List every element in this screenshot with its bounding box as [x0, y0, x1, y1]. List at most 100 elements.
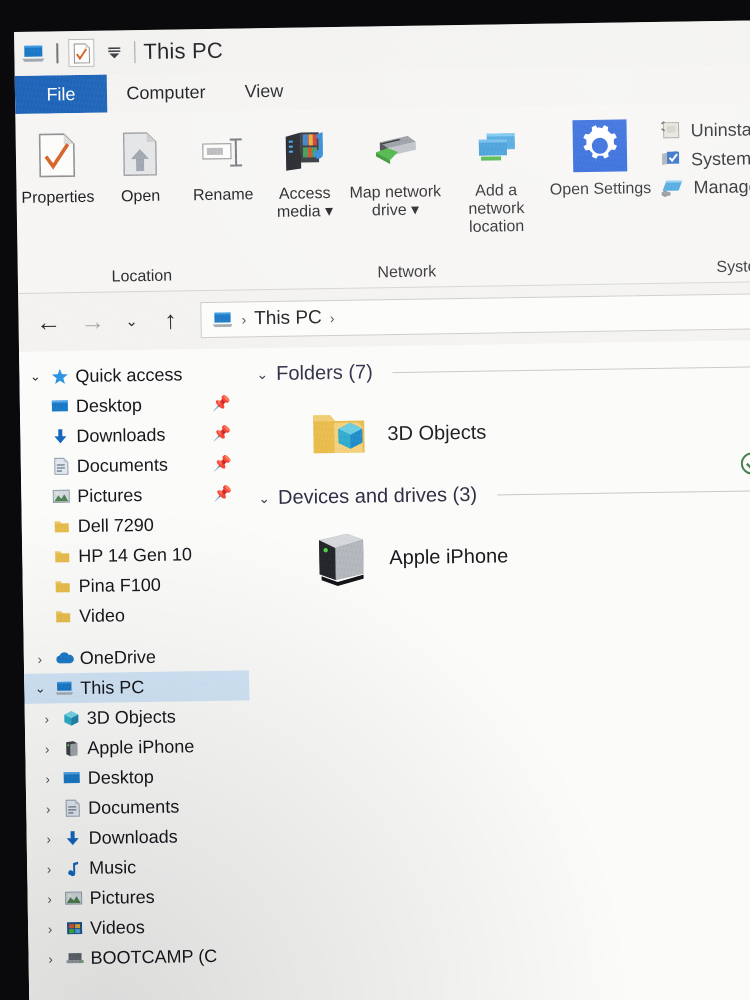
ribbon-small-buttons: Uninstall or System prop — [653, 112, 750, 199]
this-pc-icon[interactable] — [20, 40, 46, 66]
sidebar-item-label: Downloads — [76, 424, 166, 446]
ribbon-button-label-text: Map network drive — [349, 183, 442, 220]
onedrive-synced-icon — [739, 450, 750, 476]
downloads-icon — [50, 428, 70, 445]
ribbon-button-open[interactable]: Open — [98, 121, 182, 207]
forward-button[interactable]: → — [78, 307, 106, 336]
sidebar-item-music[interactable]: › Music — [27, 850, 252, 884]
sidebar-item-hp-14-gen-10[interactable]: HP 14 Gen 10 — [22, 538, 247, 572]
sidebar-item-pictures-pc[interactable]: › Pictures — [27, 880, 252, 914]
sidebar-item-this-pc[interactable]: ⌄ This PC — [24, 670, 250, 704]
chevron-right-icon[interactable]: › — [42, 921, 58, 936]
pin-icon[interactable]: 📌 — [213, 425, 232, 443]
ribbon-group-title: System — [716, 258, 750, 276]
breadcrumb-item-this-pc[interactable]: This PC — [254, 307, 322, 330]
group-rule — [392, 365, 750, 373]
chevron-down-icon[interactable]: ▾ — [411, 202, 419, 219]
chevron-down-icon[interactable]: ⌄ — [27, 369, 43, 385]
breadcrumb-trailing-arrow-icon[interactable]: › — [330, 310, 335, 326]
tab-file[interactable]: File — [14, 74, 108, 114]
uninstall-program-icon — [659, 120, 681, 142]
sidebar-item-documents-pc[interactable]: › Documents — [26, 790, 251, 824]
chevron-right-icon[interactable]: › — [42, 951, 58, 966]
customize-quick-access-caret-icon[interactable] — [102, 45, 126, 59]
chevron-down-icon[interactable]: ⌄ — [32, 681, 48, 697]
chevron-right-icon[interactable]: › — [41, 861, 57, 876]
add-network-location-icon — [470, 120, 521, 177]
sidebar-item-label: Video — [79, 604, 126, 626]
ribbon-button-rename[interactable]: Rename — [181, 120, 265, 206]
ribbon-group-title: Location — [111, 267, 173, 286]
up-button[interactable]: ↑ — [156, 306, 184, 335]
sidebar-item-quick-access[interactable]: ⌄ Quick access — [19, 358, 244, 392]
folder-icon — [53, 579, 73, 594]
sidebar-item-label: BOOTCAMP (C — [90, 945, 218, 968]
chevron-down-icon[interactable]: ▾ — [325, 203, 333, 220]
sidebar-item-downloads[interactable]: Downloads 📌 — [20, 418, 245, 452]
sidebar-item-label: Dell 7290 — [77, 514, 154, 536]
ribbon-button-manage[interactable]: Manage — [660, 176, 750, 199]
sidebar-item-pina-f100[interactable]: Pina F100 — [22, 568, 247, 602]
pin-icon[interactable]: 📌 — [213, 455, 232, 473]
sidebar-item-3d-objects[interactable]: › 3D Objects — [25, 700, 250, 734]
chevron-right-icon[interactable]: › — [32, 651, 48, 666]
manage-icon — [660, 178, 684, 198]
content-group-label: Devices and drives (3) — [277, 483, 478, 509]
breadcrumb-separator-icon[interactable]: › — [241, 311, 246, 327]
apple-iphone-device-icon — [311, 528, 372, 589]
ribbon-button-open-settings[interactable]: Open Settings — [545, 114, 654, 200]
ribbon-button-system-properties[interactable]: System prop — [660, 147, 750, 171]
this-pc-icon[interactable] — [211, 311, 233, 329]
sidebar-item-video[interactable]: Video — [23, 598, 248, 632]
breadcrumb[interactable]: › This PC › — [200, 293, 750, 339]
titlebar-divider — [134, 41, 136, 64]
tab-view[interactable]: View — [225, 71, 304, 110]
ribbon-button-uninstall-program[interactable]: Uninstall or — [659, 118, 750, 142]
chevron-right-icon[interactable]: › — [40, 801, 56, 816]
pin-icon[interactable]: 📌 — [213, 485, 232, 503]
pictures-icon — [63, 891, 83, 906]
ribbon-button-label: Properties — [21, 188, 95, 207]
file-tile-3d-objects[interactable]: 3D Objects — [245, 382, 750, 482]
ribbon-button-add-network-location[interactable]: Add a network location — [445, 116, 548, 238]
chevron-down-icon[interactable]: ⌄ — [258, 490, 270, 507]
system-properties-icon — [660, 149, 682, 171]
sidebar-item-onedrive[interactable]: › OneDrive — [24, 640, 249, 674]
sidebar-item-label: HP 14 Gen 10 — [78, 543, 193, 566]
sidebar-item-desktop[interactable]: Desktop 📌 — [20, 388, 245, 422]
ribbon-button-access-media[interactable]: Access media ▾ — [263, 119, 345, 223]
folder-icon — [52, 549, 72, 564]
sidebar-item-desktop-pc[interactable]: › Desktop — [25, 760, 250, 794]
pin-icon[interactable]: 📌 — [212, 395, 231, 413]
group-rule — [497, 489, 750, 495]
ribbon-group-system: Open Settings Uninstall or — [545, 112, 750, 284]
sidebar-item-documents[interactable]: Documents 📌 — [21, 448, 246, 482]
chevron-right-icon[interactable]: › — [41, 831, 57, 846]
sidebar-item-label: Documents — [76, 454, 169, 476]
ribbon-button-map-network-drive[interactable]: Map network drive ▾ — [344, 117, 446, 221]
chevron-down-icon[interactable]: ⌄ — [256, 366, 268, 383]
file-tile-label: 3D Objects — [387, 421, 487, 445]
recent-locations-button[interactable]: ⌄ — [122, 312, 140, 330]
sidebar-item-dell-7290[interactable]: Dell 7290 — [22, 508, 247, 542]
sidebar-item-apple-iphone[interactable]: › Apple iPhone — [25, 730, 250, 764]
sidebar-item-bootcamp-drive[interactable]: › BOOTCAMP (C — [28, 940, 253, 974]
back-button[interactable]: ← — [34, 308, 62, 337]
properties-quick-access-button[interactable] — [68, 38, 95, 68]
chevron-right-icon[interactable]: › — [39, 741, 55, 756]
sidebar-item-videos[interactable]: › Videos — [28, 910, 253, 944]
file-tile-apple-iphone[interactable]: Apple iPhone — [247, 506, 750, 606]
file-list-pane: ⌄ Folders (7) 3D Objects ⌄ Devices and d… — [243, 340, 750, 1000]
ribbon: Properties Open Rename Location Access m… — [15, 102, 750, 294]
open-icon — [120, 126, 159, 183]
chevron-right-icon[interactable]: › — [40, 771, 56, 786]
chevron-right-icon[interactable]: › — [41, 891, 57, 906]
tab-computer[interactable]: Computer — [107, 73, 226, 113]
sidebar-item-label: Pina F100 — [78, 574, 161, 596]
sidebar-item-downloads-pc[interactable]: › Downloads — [26, 820, 251, 854]
sidebar-item-pictures[interactable]: Pictures 📌 — [21, 478, 246, 512]
ribbon-button-properties[interactable]: Properties — [15, 123, 99, 209]
chevron-right-icon[interactable]: › — [39, 711, 55, 726]
ribbon-button-label: Manage — [693, 176, 750, 198]
3d-objects-icon — [61, 710, 81, 727]
